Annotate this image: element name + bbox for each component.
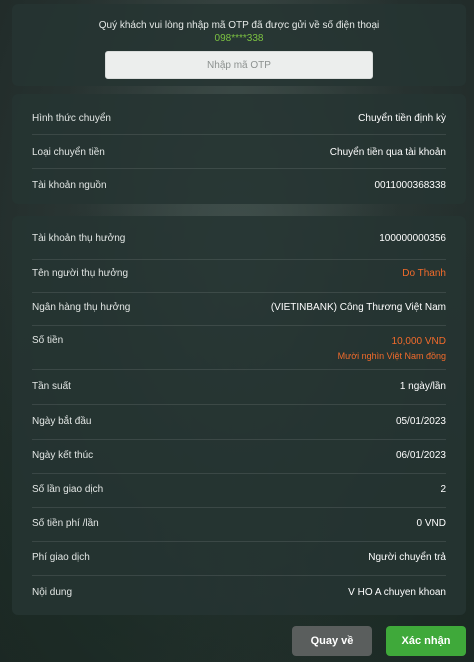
row-value: 0011000368338 xyxy=(374,180,446,191)
row-beneficiary-bank: Ngân hàng thụ hưởng (VIETINBANK) Công Th… xyxy=(32,293,446,326)
amount-in-words: Mười nghìn Việt Nam đồng xyxy=(337,351,446,361)
row-fee-payer: Phí giao dịch Người chuyển trả xyxy=(32,542,446,576)
otp-phone-number: 098****338 xyxy=(214,33,264,44)
amount-number: 10,000 VND xyxy=(391,336,446,347)
row-beneficiary-name: Tên người thụ hưởng Do Thanh xyxy=(32,260,446,293)
back-button[interactable]: Quay về xyxy=(292,626,372,656)
row-label: Phí giao dịch xyxy=(32,552,90,563)
row-fee-per-time: Số tiền phí /lần 0 VND xyxy=(32,508,446,542)
otp-input[interactable] xyxy=(105,51,373,79)
row-frequency: Tần suất 1 ngày/lần xyxy=(32,370,446,405)
row-label: Tên người thụ hưởng xyxy=(32,268,129,279)
row-label: Hình thức chuyển xyxy=(32,113,111,124)
row-label: Loại chuyển tiền xyxy=(32,147,105,158)
transfer-info-card: Hình thức chuyển Chuyển tiền định kỳ Loạ… xyxy=(12,94,466,204)
row-beneficiary-account: Tài khoản thụ hưởng 100000000356 xyxy=(32,222,446,260)
row-label: Số tiền xyxy=(32,335,64,346)
row-label: Tài khoản thụ hưởng xyxy=(32,233,126,244)
row-transaction-count: Số lần giao dịch 2 xyxy=(32,474,446,508)
row-label: Ngân hàng thụ hưởng xyxy=(32,302,131,313)
row-content: Nội dung V HO A chuyen khoan xyxy=(32,576,446,610)
row-value: 0 VND xyxy=(416,518,446,529)
row-start-date: Ngày bắt đầu 05/01/2023 xyxy=(32,405,446,440)
row-label: Tài khoản nguồn xyxy=(32,180,107,191)
row-amount: Số tiền 10,000 VND Mười nghìn Việt Nam đ… xyxy=(32,326,446,370)
row-source-account: Tài khoản nguồn 0011000368338 xyxy=(32,169,446,203)
otp-message: Quý khách vui lòng nhập mã OTP đã được g… xyxy=(98,20,380,31)
row-value: 05/01/2023 xyxy=(395,416,446,427)
row-end-date: Ngày kết thúc 06/01/2023 xyxy=(32,440,446,474)
row-label: Số lần giao dịch xyxy=(32,484,104,495)
row-value: 2 xyxy=(440,484,446,495)
row-value: Do Thanh xyxy=(402,268,446,279)
row-value: 1 ngày/lần xyxy=(399,381,446,392)
beneficiary-info-card: Tài khoản thụ hưởng 100000000356 Tên ngư… xyxy=(12,216,466,615)
row-value: (VIETINBANK) Công Thương Việt Nam xyxy=(270,302,446,313)
row-value: Chuyển tiền định kỳ xyxy=(358,113,446,124)
row-value: Người chuyển trả xyxy=(368,552,446,563)
row-label: Nội dung xyxy=(32,587,73,598)
row-value: 06/01/2023 xyxy=(395,450,446,461)
confirm-button[interactable]: Xác nhận xyxy=(386,626,466,656)
row-label: Số tiền phí /lần xyxy=(32,518,99,529)
row-label: Tần suất xyxy=(32,381,71,392)
row-value: Chuyển tiền qua tài khoản xyxy=(329,147,446,158)
row-label: Ngày kết thúc xyxy=(32,450,94,461)
row-value: V HO A chuyen khoan xyxy=(348,587,446,598)
amount-value: 10,000 VND Mười nghìn Việt Nam đồng xyxy=(338,336,446,361)
row-transfer-method: Hình thức chuyển Chuyển tiền định kỳ xyxy=(32,104,446,135)
row-value: 100000000356 xyxy=(379,233,446,244)
row-label: Ngày bắt đầu xyxy=(32,416,92,427)
otp-card: Quý khách vui lòng nhập mã OTP đã được g… xyxy=(12,4,466,86)
row-transfer-type: Loại chuyển tiền Chuyển tiền qua tài kho… xyxy=(32,135,446,169)
